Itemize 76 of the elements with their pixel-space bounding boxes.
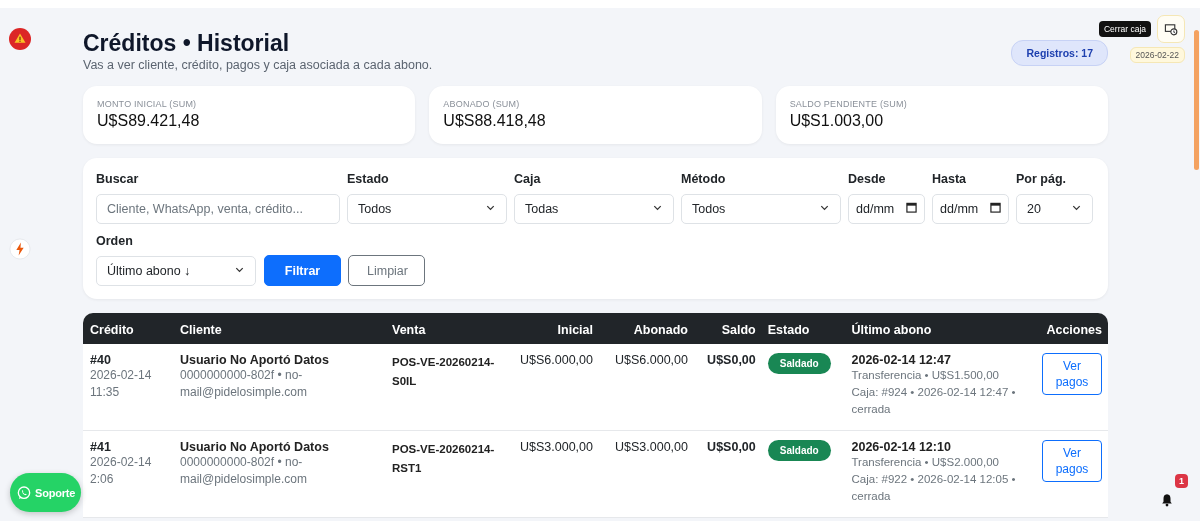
- date-field[interactable]: dd/mm: [932, 194, 1009, 224]
- column-header: Cliente: [174, 313, 386, 344]
- amount-text: U$S3.000,00: [615, 440, 688, 454]
- status-badge: Saldado: [767, 353, 831, 374]
- amount-text: U$S6.000,00: [520, 353, 593, 367]
- field-label: Método: [681, 172, 727, 186]
- credit-time: 11:35: [90, 384, 121, 401]
- field-label: Caja: [514, 172, 542, 186]
- view-payments-button[interactable]: Ver pagos: [1042, 353, 1102, 395]
- client-name: Usuario No Aportó Datos: [180, 440, 330, 454]
- sale-code: POS-VE-20260214-RST1: [392, 442, 496, 476]
- amount-text: U$S6.000,00: [615, 353, 688, 367]
- column-header: Crédito: [83, 313, 174, 344]
- select-field[interactable]: Todos: [681, 194, 841, 224]
- date-badge: 2026-02-22: [1129, 47, 1185, 63]
- column-header: Inicial: [504, 313, 599, 344]
- cash-register-button[interactable]: [1157, 15, 1185, 43]
- stat-label: MONTO INICIAL (SUM): [97, 99, 198, 109]
- date-field[interactable]: dd/mm: [848, 194, 925, 224]
- stat-value: U$S89.421,48: [97, 112, 201, 130]
- stat-label: SALDO PENDIENTE (SUM): [789, 99, 908, 109]
- column-header: Venta: [386, 313, 504, 344]
- calendar-icon[interactable]: [906, 202, 917, 213]
- field-label: Desde: [848, 172, 887, 186]
- stat-label: ABONADO (SUM): [443, 99, 521, 109]
- select-field[interactable]: Todas: [514, 194, 674, 224]
- view-payments-button[interactable]: Ver pagos: [1042, 440, 1102, 482]
- column-header: Último abono: [845, 313, 1028, 344]
- status-badge: Saldado: [767, 440, 831, 461]
- credit-id: #41: [90, 440, 112, 454]
- filter-button[interactable]: Filtrar: [264, 255, 341, 286]
- select-field[interactable]: Último abono ↓: [96, 256, 256, 286]
- column-header: Estado: [761, 313, 846, 344]
- cash-detail: Caja: #922 • 2026-02-14 12:05 • cerrada: [851, 472, 1017, 504]
- select-field[interactable]: 20: [1016, 194, 1093, 224]
- column-header: Abonado: [599, 313, 694, 344]
- credit-id: #40: [90, 353, 112, 367]
- payment-detail: Transferencia • U$S2.000,00: [851, 455, 1000, 470]
- client-name: Usuario No Aportó Datos: [180, 353, 330, 367]
- credit-date: 2026-02-14: [90, 454, 153, 471]
- payment-detail: Transferencia • U$S1.500,00: [851, 368, 1000, 383]
- cash-clock-icon: [1163, 21, 1179, 37]
- stat-value: U$S88.418,48: [443, 112, 547, 130]
- client-contact: 0000000000-802f • no-mail@pidelosimple.com: [180, 367, 308, 401]
- page-title: Créditos • Historial: [83, 30, 291, 56]
- warning-icon[interactable]: [9, 28, 31, 50]
- field-label: Estado: [347, 172, 390, 186]
- select-field[interactable]: Todos: [347, 194, 507, 224]
- column-header: Saldo: [693, 313, 762, 344]
- search-field[interactable]: Cliente, WhatsApp, venta, crédito...: [96, 194, 340, 224]
- bell-icon[interactable]: [1160, 493, 1174, 507]
- field-label: Orden: [96, 234, 134, 248]
- tooltip: Cerrar caja: [1098, 21, 1151, 37]
- last-payment-date: 2026-02-14 12:47: [851, 353, 952, 367]
- scrollbar[interactable]: [1194, 30, 1199, 170]
- balance-text: U$S0,00: [707, 440, 756, 454]
- amount-text: U$S3.000,00: [520, 440, 593, 454]
- field-label: Hasta: [932, 172, 968, 186]
- cash-detail: Caja: #924 • 2026-02-14 12:47 • cerrada: [851, 385, 1017, 417]
- stat-value: U$S1.003,00: [789, 112, 885, 130]
- page-subtitle: Vas a ver cliente, crédito, pagos y caja asociada a cada abono.: [83, 58, 433, 72]
- client-contact: 0000000000-802f • no-mail@pidelosimple.com: [180, 454, 308, 488]
- field-label: Buscar: [96, 172, 140, 186]
- lightning-icon[interactable]: [9, 238, 31, 260]
- last-payment-date: 2026-02-14 12:10: [851, 440, 952, 454]
- sale-code: POS-VE-20260214-S0IL: [392, 355, 496, 389]
- balance-text: U$S0,00: [707, 353, 756, 367]
- clear-button[interactable]: Limpiar: [348, 255, 425, 286]
- chat-phone-icon: [16, 484, 32, 501]
- calendar-icon[interactable]: [990, 202, 1001, 213]
- credit-time: 2:06: [90, 471, 115, 488]
- field-label: Por pág.: [1016, 172, 1067, 186]
- credit-date: 2026-02-14: [90, 367, 153, 384]
- notification-badge: 1: [1175, 474, 1188, 488]
- column-header: Acciones: [1027, 313, 1108, 344]
- records-badge: Registros: 17: [1011, 40, 1108, 66]
